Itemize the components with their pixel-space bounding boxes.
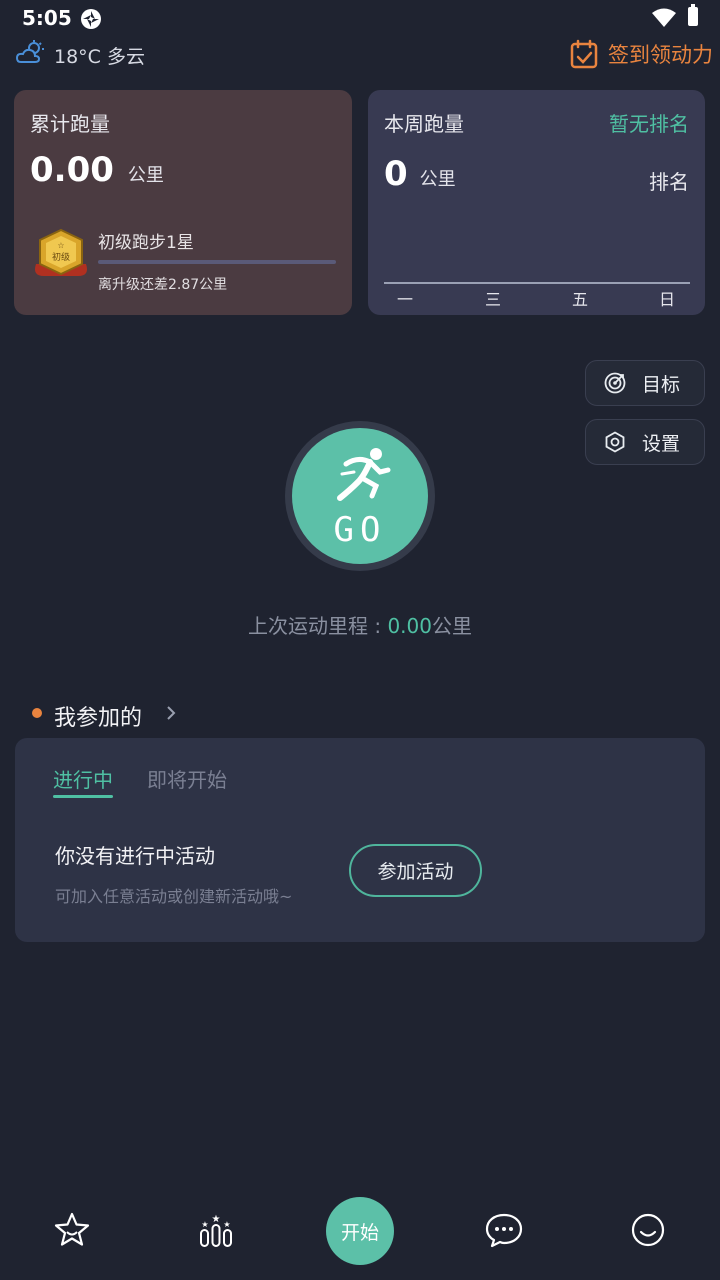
cloudy-weather-icon [16, 40, 44, 63]
week-card-title: 本周跑量 [384, 112, 464, 136]
day-label-fri: 五 [572, 290, 589, 309]
goal-label: 目标 [642, 373, 681, 396]
last-run-value: 0.00 [387, 614, 432, 638]
checkin-label: 签到领动力 [608, 43, 713, 67]
level-medal-icon: ☆ 初级 [35, 228, 87, 276]
settings-button[interactable]: 设置 [585, 419, 705, 465]
join-activity-button[interactable]: 参加活动 [349, 844, 482, 897]
tab-active-indicator [53, 795, 113, 798]
status-time: 5:05 [22, 6, 72, 30]
star-icon[interactable] [52, 1210, 92, 1250]
svg-text:★: ★ [201, 1220, 208, 1229]
total-distance-value: 0.00 [30, 150, 114, 190]
svg-text:★: ★ [212, 1214, 221, 1225]
target-icon [604, 372, 626, 394]
calendar-check-icon [570, 39, 598, 69]
go-button-inner: GO [292, 428, 428, 564]
chat-icon[interactable] [484, 1210, 524, 1250]
day-label-sun: 日 [659, 290, 676, 309]
tab-ongoing[interactable]: 进行中 [53, 764, 113, 793]
total-card-title: 累计跑量 [30, 112, 110, 136]
last-run-distance: 上次运动里程 : 0.00公里 [0, 610, 720, 639]
tab-upcoming[interactable]: 即将开始 [147, 764, 227, 793]
svg-text:初级: 初级 [52, 251, 70, 263]
weekly-distance-card[interactable]: 本周跑量 暂无排名 0 公里 排名 一 三 五 日 [368, 90, 705, 315]
level-remaining-text: 离升级还差2.87公里 [98, 277, 228, 293]
total-distance-row: 0.00 公里 [30, 150, 164, 190]
total-distance-unit: 公里 [127, 165, 164, 186]
section-dot [32, 708, 42, 718]
last-run-unit: 公里 [431, 614, 472, 638]
last-run-prefix: 上次运动里程 : [248, 614, 388, 638]
ranking-icon[interactable]: ★ ★ ★ [196, 1210, 236, 1250]
checkin-button[interactable]: 签到领动力 [570, 38, 713, 70]
week-distance-unit: 公里 [419, 169, 456, 190]
go-button[interactable]: GO [285, 421, 435, 571]
runner-icon [337, 448, 391, 501]
week-distance-value: 0 [384, 154, 408, 194]
goal-button[interactable]: 目标 [585, 360, 705, 406]
go-label: GO [333, 510, 387, 550]
gear-icon [605, 431, 625, 453]
level-name: 初级跑步1星 [98, 233, 194, 253]
smile-icon[interactable] [628, 1210, 668, 1250]
week-distance-row: 0 公里 [384, 154, 456, 194]
empty-state-subtitle: 可加入任意活动或创建新活动哦~ [55, 887, 293, 906]
week-chart-axis [384, 282, 690, 284]
svg-text:★: ★ [223, 1220, 230, 1229]
day-label-mon: 一 [397, 290, 414, 309]
battery-icon [688, 4, 698, 26]
status-bar: 5:05 [0, 0, 720, 38]
svg-text:☆: ☆ [57, 241, 64, 250]
total-distance-card[interactable]: 累计跑量 0.00 公里 ☆ 初级 初级跑步1星 离升级还差2.87公里 [14, 90, 352, 315]
empty-state-title: 你没有进行中活动 [55, 844, 215, 868]
app-notification-icon [81, 9, 101, 29]
activities-card: 进行中 即将开始 你没有进行中活动 可加入任意活动或创建新活动哦~ 参加活动 [15, 738, 705, 942]
my-joined-title[interactable]: 我参加的 [54, 700, 142, 732]
weather-text: 18°C 多云 [54, 46, 145, 68]
rank-label: 排名 [649, 170, 689, 194]
start-nav-button[interactable]: 开始 [326, 1197, 394, 1265]
wifi-icon [652, 8, 676, 27]
day-label-wed: 三 [485, 290, 502, 309]
level-progress-bar [98, 260, 336, 264]
rank-status: 暂无排名 [609, 112, 689, 136]
chevron-right-icon[interactable] [164, 703, 178, 723]
settings-label: 设置 [642, 432, 681, 455]
